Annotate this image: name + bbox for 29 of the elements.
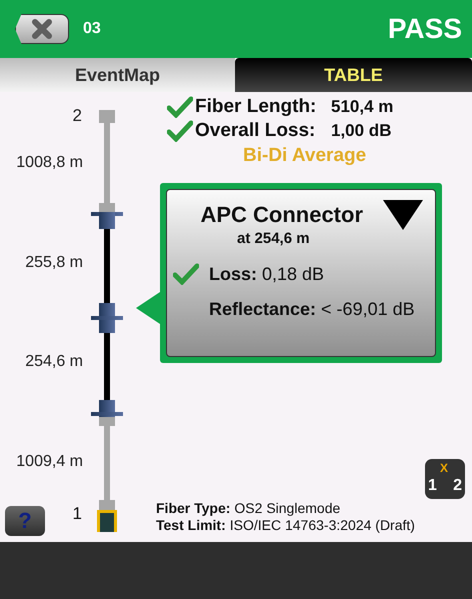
info-value: ISO/IEC 14763-3:2024 (Draft) [230,517,415,533]
close-button[interactable] [15,14,69,44]
mode-label: Bi-Di Average [243,145,368,167]
reflectance-label: Reflectance: [209,299,316,320]
result-label: PASS [388,13,462,45]
summary-value: 510,4 m [331,97,394,117]
summary-value: 1,00 dB [331,121,392,141]
end-label: 1 [72,504,82,524]
swap-button[interactable]: X 1 2 [425,459,465,499]
loss-label: Loss: [209,264,258,284]
tab[interactable]: EventMap [0,58,235,92]
distance-label: 1008,8 m [16,154,83,172]
close-icon [31,18,53,40]
summary-label: Overall Loss: [195,120,316,142]
event-title: APC Connector [200,202,363,228]
tab[interactable]: TABLE [235,58,472,92]
summary-label: Fiber Length: [195,96,318,118]
distance-label: 254,6 m [25,353,83,371]
reflectance-value: < -69,01 dB [321,299,415,320]
info-label: Test Limit: [156,517,226,533]
dropdown-icon[interactable] [383,200,423,230]
distance-label: 255,8 m [25,254,83,272]
info-value: OS2 Singlemode [234,500,340,516]
info-label: Fiber Type: [156,500,230,516]
distance-label: 1009,4 m [16,453,83,471]
event-position: at 254,6 m [237,230,311,247]
end-label: 2 [72,106,82,126]
test-id: 03 [83,20,101,38]
loss-value: 0,18 dB [262,264,324,284]
